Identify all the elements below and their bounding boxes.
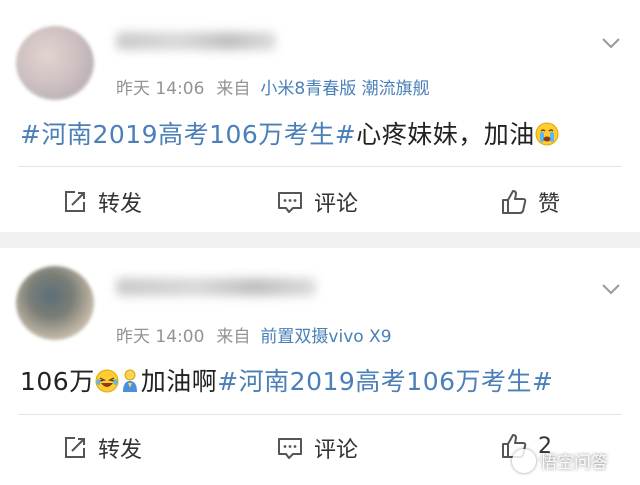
post-time: 昨天 14:06: [116, 79, 205, 99]
repost-button[interactable]: 转发: [62, 186, 142, 218]
repost-label: 转发: [98, 192, 143, 217]
hashtag-link[interactable]: #河南2019高考106万考生#: [217, 367, 553, 396]
watermark-text: 悟空问答: [540, 453, 608, 473]
comment-icon: [278, 438, 302, 459]
comment-icon: [278, 192, 302, 213]
repost-label: 转发: [98, 438, 143, 463]
post-body: 加油啊: [140, 367, 218, 396]
divider: [18, 414, 622, 415]
username-blurred[interactable]: [116, 278, 316, 296]
source-prefix: 来自: [216, 79, 251, 99]
wukong-logo-icon: [512, 448, 536, 473]
wukong-watermark: 悟空问答: [512, 448, 608, 473]
divider: [18, 166, 622, 167]
chevron-down-icon[interactable]: [600, 32, 622, 54]
like-label: 赞: [538, 192, 561, 217]
post-source-link[interactable]: 前置双摄vivo X9: [260, 327, 391, 347]
repost-button[interactable]: 转发: [62, 432, 142, 464]
comment-label: 评论: [314, 192, 359, 217]
avatar[interactable]: [16, 266, 94, 340]
post-text: 106万 加油啊#河南2019高考106万考生#: [20, 362, 553, 399]
post-meta: 昨天 14:06 来自 小米8青春版 潮流旗舰: [116, 74, 430, 99]
post-source-link[interactable]: 小米8青春版 潮流旗舰: [260, 79, 429, 99]
post-time: 昨天 14:00: [116, 327, 205, 347]
comment-button[interactable]: 评论: [276, 432, 358, 464]
weibo-post-card: 昨天 14:06 来自 小米8青春版 潮流旗舰 #河南2019高考106万考生#心疼…: [0, 0, 640, 232]
thumbs-up-icon: [502, 190, 527, 214]
post-text: #河南2019高考106万考生#心疼妹妹，加油: [20, 115, 559, 152]
chevron-down-icon[interactable]: [600, 278, 622, 300]
repost-icon: [65, 437, 85, 458]
like-button[interactable]: 赞: [500, 186, 560, 218]
laughing-tears-icon: [95, 369, 119, 399]
comment-button[interactable]: 评论: [276, 186, 358, 218]
post-body: 心疼妹妹，加油: [356, 120, 535, 149]
post-meta: 昨天 14:00 来自 前置双摄vivo X9: [116, 322, 392, 347]
hashtag-link[interactable]: #河南2019高考106万考生#: [20, 120, 356, 149]
crying-face-icon: [535, 122, 559, 152]
praying-figure-icon: [119, 369, 141, 399]
comment-label: 评论: [314, 438, 359, 463]
avatar[interactable]: [16, 26, 94, 100]
repost-icon: [65, 191, 85, 212]
username-blurred[interactable]: [116, 32, 276, 50]
post-prefix: 106万: [20, 367, 95, 396]
source-prefix: 来自: [216, 327, 251, 347]
